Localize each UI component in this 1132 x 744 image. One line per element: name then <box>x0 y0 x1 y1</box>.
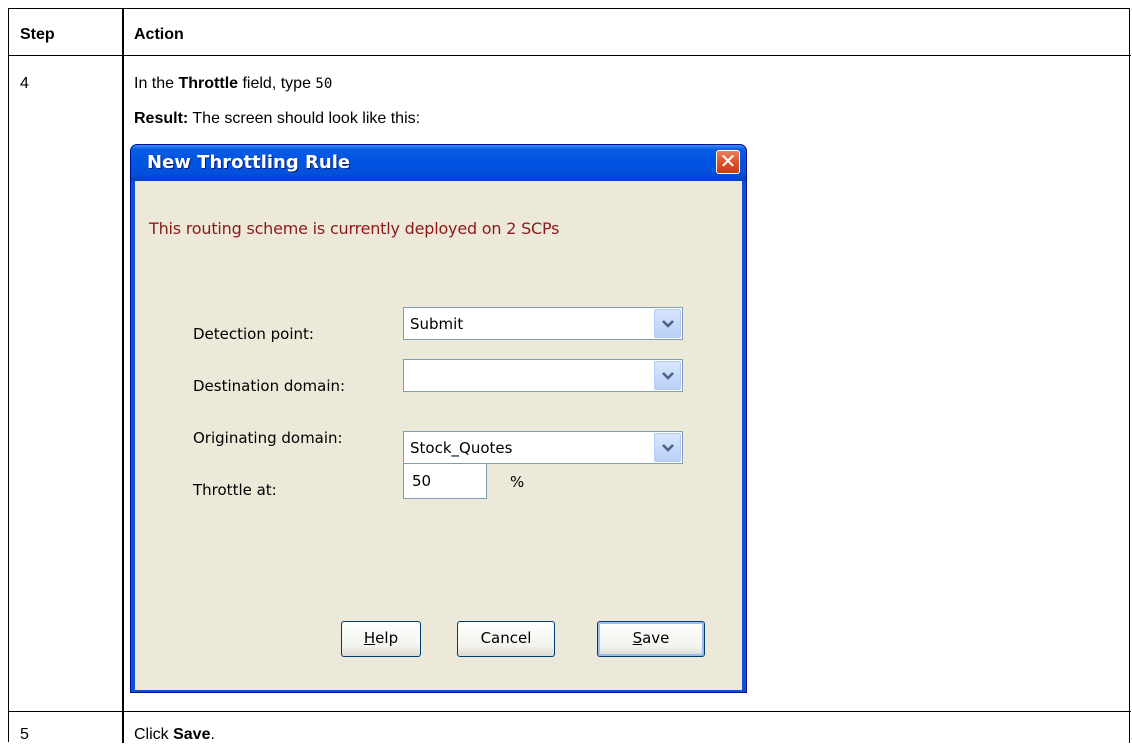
dialog-title: New Throttling Rule <box>147 152 351 173</box>
cancel-button[interactable]: Cancel <box>457 621 555 657</box>
column-divider <box>122 9 124 743</box>
new-throttling-rule-dialog: New Throttling Rule ✕ This routing schem… <box>130 144 747 693</box>
close-icon[interactable]: ✕ <box>716 150 740 174</box>
detection-point-select[interactable]: Submit <box>403 307 683 340</box>
header-divider <box>9 55 1131 56</box>
throttle-input[interactable]: 50 <box>403 463 487 499</box>
chevron-down-icon[interactable] <box>654 361 681 390</box>
row-divider <box>9 711 1131 712</box>
row-step-4: 4 <box>20 75 29 92</box>
originating-domain-label: Originating domain: <box>193 429 343 447</box>
dialog-titlebar: New Throttling Rule ✕ <box>131 145 746 181</box>
help-button[interactable]: Help <box>341 621 421 657</box>
row-5-instruction: Click Save. <box>134 726 215 743</box>
chevron-down-icon[interactable] <box>654 309 681 338</box>
detection-point-value: Submit <box>410 315 464 333</box>
row-4-instruction: In the Throttle field, type 50 <box>134 75 333 92</box>
throttle-at-label: Throttle at: <box>193 481 277 499</box>
header-action: Action <box>134 26 184 43</box>
dialog-body: This routing scheme is currently deploye… <box>135 181 742 690</box>
originating-domain-value: Stock_Quotes <box>410 439 513 457</box>
deployment-warning: This routing scheme is currently deploye… <box>149 219 560 238</box>
destination-domain-label: Destination domain: <box>193 377 346 395</box>
percent-unit: % <box>510 473 525 491</box>
row-step-5: 5 <box>20 726 29 743</box>
save-button[interactable]: Save <box>597 621 705 657</box>
destination-domain-select[interactable] <box>403 359 683 392</box>
originating-domain-select[interactable]: Stock_Quotes <box>403 431 683 464</box>
throttle-value: 50 <box>412 472 432 490</box>
chevron-down-icon[interactable] <box>654 433 681 462</box>
header-step: Step <box>20 26 55 43</box>
row-4-result: Result: The screen should look like this… <box>134 110 421 127</box>
detection-point-label: Detection point: <box>193 325 314 343</box>
table-right-border <box>1129 9 1130 743</box>
